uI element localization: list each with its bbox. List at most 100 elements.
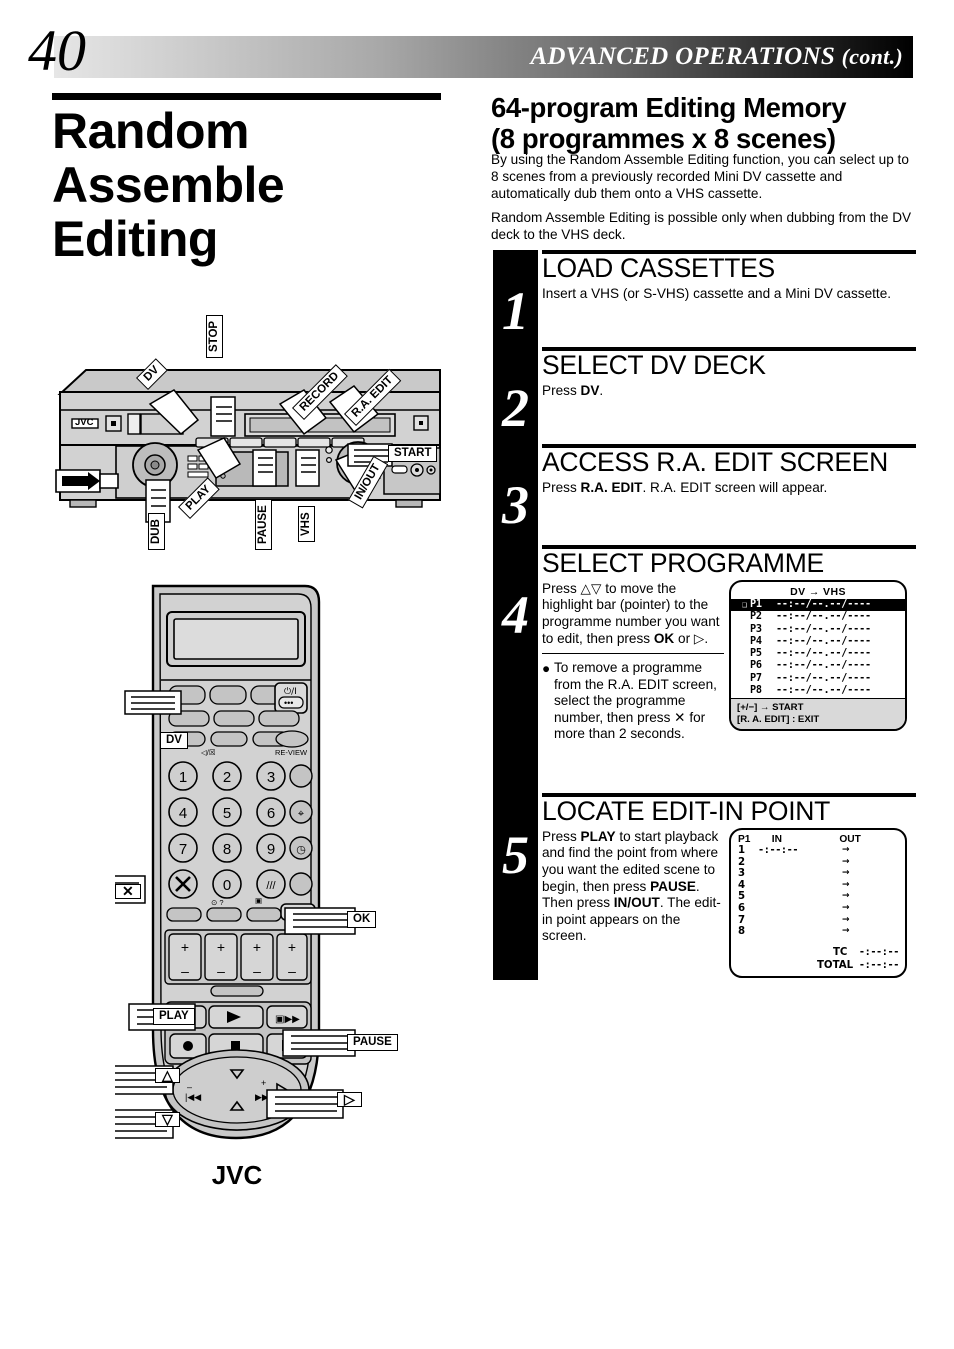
callout-remote-up: △ — [155, 1068, 180, 1083]
svg-text:9: 9 — [267, 841, 275, 858]
step-3-title: ACCESS R.A. EDIT SCREEN — [542, 447, 889, 477]
osd-row-value: --:--/--.--/---- — [776, 672, 871, 684]
svg-text:–: – — [181, 963, 189, 979]
osd-edit-row: 1 -:--:-- → — [731, 845, 905, 857]
svg-text:◷: ◷ — [296, 844, 306, 856]
osd-edit-col-programme: P1 — [738, 834, 751, 845]
section-title: ADVANCED OPERATIONS (cont.) — [530, 43, 903, 71]
callout-pause: PAUSE — [255, 499, 272, 550]
svg-text:|◀◀: |◀◀ — [185, 1092, 201, 1102]
step-5-bold-1: PLAY — [580, 828, 616, 844]
callout-remote-play: PLAY — [153, 1008, 195, 1025]
intro-paragraph-2: Random Assemble Editing is possible only… — [491, 210, 912, 242]
step-3-body-post: . R.A. EDIT screen will appear. — [642, 479, 828, 495]
callout-remote-cancel: ✕ — [115, 884, 141, 899]
osd-edit-scene-number: 7 — [738, 914, 746, 926]
step-4-body-bold: OK — [653, 630, 675, 646]
step-4-note: ● To remove a programme from the R.A. ED… — [542, 653, 724, 743]
osd-row-label: P1 — [750, 599, 762, 610]
step-number-4: 4 — [502, 585, 529, 645]
osd-edit-in-value — [758, 857, 842, 869]
osd-edit-row: 8 → — [731, 926, 905, 938]
osd-footer-line-2: [R. A. EDIT] : EXIT — [737, 713, 820, 725]
arrow-icon: → — [842, 902, 850, 913]
osd-programme-row: P7 --:--/--.--/---- — [731, 673, 905, 685]
header-gradient-bar: ADVANCED OPERATIONS (cont.) — [54, 36, 913, 78]
osd-programme-footer: [+/−] → START [R. A. EDIT] : EXIT — [731, 698, 905, 729]
step-2-title: SELECT DV DECK — [542, 350, 766, 380]
osd-edit-scene-number: 1 — [738, 845, 746, 856]
step-number-1: 1 — [502, 281, 529, 341]
osd-programme-header: DV → VHS — [790, 586, 846, 598]
osd-programme-row: P6 --:--/--.--/---- — [731, 660, 905, 672]
osd-edit-col-in: IN — [771, 834, 782, 845]
osd-edit-in-value — [758, 915, 842, 927]
step-5-body-1: Press — [542, 828, 581, 844]
osd-edit-in-value — [758, 926, 842, 938]
remote-brand-logo: JVC — [212, 1160, 263, 1190]
callout-dub: DUB — [148, 513, 165, 550]
bullet-dot-icon: ● — [542, 661, 551, 677]
step-4-title: SELECT PROGRAMME — [542, 548, 824, 578]
svg-text:8: 8 — [223, 841, 231, 858]
osd-programme-row: P8 --:--/--.--/---- — [731, 685, 905, 697]
svg-text:–: – — [253, 963, 261, 979]
osd-total-value: -:--:-- — [858, 959, 900, 971]
svg-text:6: 6 — [267, 805, 275, 822]
section-title-cont: (cont.) — [841, 44, 903, 69]
manual-page: ADVANCED OPERATIONS (cont.) 40 Random As… — [0, 0, 954, 1349]
osd-edit-in-value — [758, 880, 842, 892]
osd-row-label: P6 — [750, 660, 762, 672]
osd-edit-row-list: 1 -:--:-- → 2 → 3 → 4 → 5 → 6 → 7 → 8 → — [731, 845, 905, 938]
feature-heading: 64-program Editing Memory (8 programmes … — [491, 92, 916, 155]
callout-remote-dv: DV — [160, 732, 188, 749]
osd-programme-row: P2 --:--/--.--/---- — [731, 611, 905, 623]
svg-text:▣: ▣ — [255, 896, 262, 905]
osd-edit-col-out: OUT — [839, 834, 861, 845]
svg-text:RE-VIEW: RE-VIEW — [275, 748, 308, 757]
osd-row-value: --:--/--.--/---- — [776, 611, 871, 623]
step-5-body: Press PLAY to start playback and find th… — [542, 829, 724, 945]
step-2-body: Press DV. — [542, 383, 916, 400]
osd-row-label: P3 — [750, 623, 762, 635]
svg-text:+: + — [217, 939, 225, 955]
step-1-body: Insert a VHS (or S-VHS) cassette and a M… — [542, 285, 892, 301]
remote-control-illustration: ⏻/I ••• ◁/☒ RE-VIEW 123 456 7 8 9 0 /// … — [74, 578, 415, 1253]
svg-text:⌖: ⌖ — [298, 808, 304, 820]
step-1: LOAD CASSETTES Insert a VHS (or S-VHS) c… — [542, 250, 916, 302]
osd-programme-row: ❑ P1 --:--/--.--/---- — [731, 599, 905, 612]
step-5-bold-3: IN/OUT — [613, 895, 660, 911]
callout-start: START — [388, 445, 438, 462]
osd-edit-row: 5 → — [731, 891, 905, 903]
svg-text:JVC: JVC — [75, 417, 94, 428]
osd-programme-row: P4 --:--/--.--/---- — [731, 636, 905, 648]
osd-edit-scene-number: 8 — [738, 926, 746, 938]
svg-text:+: + — [261, 1078, 266, 1088]
section-title-main: ADVANCED OPERATIONS — [530, 43, 836, 70]
osd-edit-row: 3 → — [731, 868, 905, 880]
osd-row-value: --:--/--.--/---- — [776, 660, 871, 672]
page-number: 40 — [28, 18, 86, 83]
svg-text:⊙ ?: ⊙ ? — [211, 898, 224, 907]
osd-edit-scene-number: 4 — [738, 879, 746, 891]
osd-tc-value: -:--:-- — [858, 947, 900, 959]
svg-text:–: – — [187, 1082, 192, 1092]
osd-row-value: --:--/--.--/---- — [776, 685, 871, 697]
osd-edit-point-header: P1 IN OUT — [731, 830, 905, 845]
callout-stop: STOP — [206, 314, 223, 358]
step-2-body-post: . — [599, 382, 604, 398]
osd-edit-scene-number: 6 — [738, 902, 746, 914]
osd-edit-scene-number: 3 — [738, 868, 746, 880]
svg-text:7: 7 — [179, 841, 187, 858]
step-3-body-bold: R.A. EDIT — [580, 479, 643, 495]
step-number-5: 5 — [502, 825, 529, 885]
svg-text:–: – — [217, 963, 225, 979]
arrow-icon: → — [842, 891, 850, 902]
vcr-front-panel-illustration: JVC STOP DV RECORD R.A. EDIT START DUB P… — [48, 314, 468, 562]
arrow-icon: → — [842, 856, 850, 867]
osd-edit-in-value — [758, 891, 842, 903]
osd-row-value: --:--/--.--/---- — [776, 623, 871, 635]
osd-pointer-icon: ❑ — [742, 600, 747, 610]
step-3: ACCESS R.A. EDIT SCREEN Press R.A. EDIT.… — [542, 444, 916, 496]
osd-row-label: P8 — [750, 685, 762, 697]
